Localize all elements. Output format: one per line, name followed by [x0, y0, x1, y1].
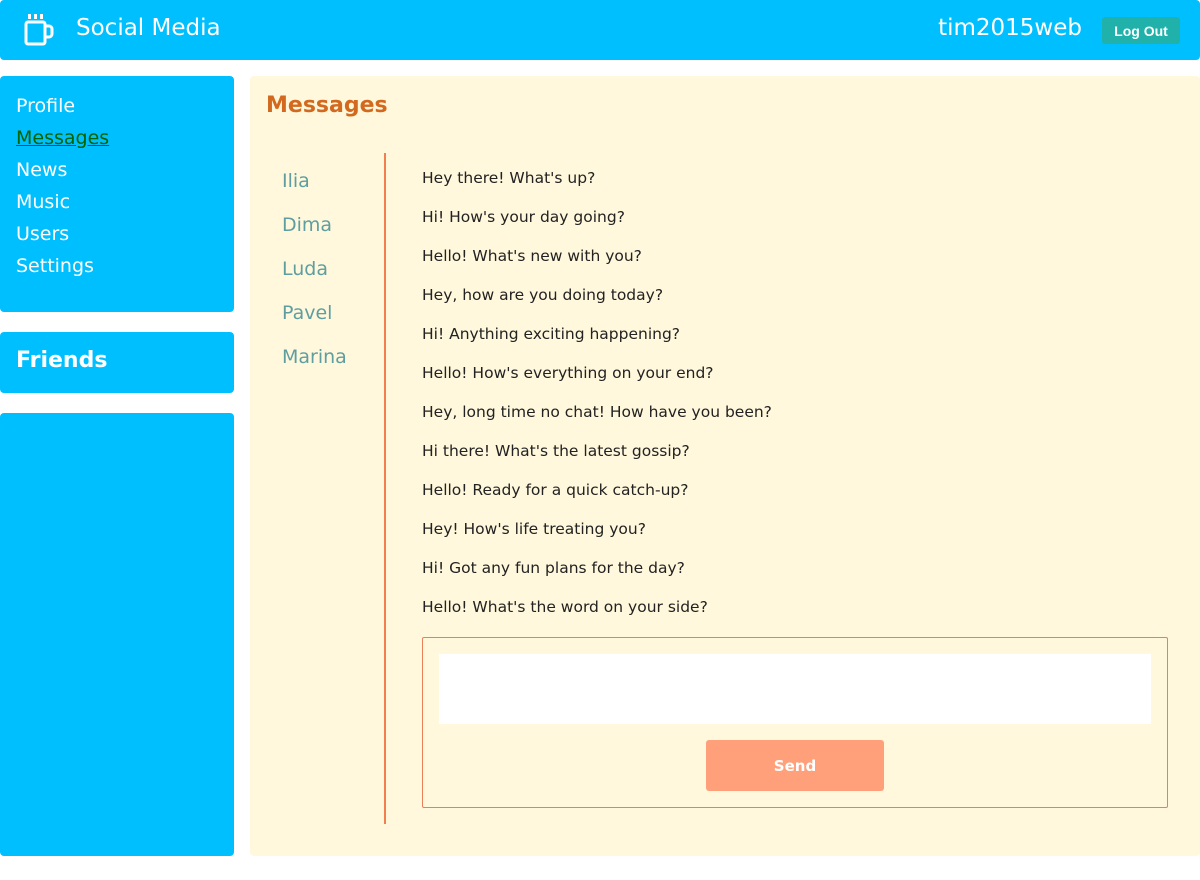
app-header: Social Media tim2015web Log Out [0, 0, 1200, 60]
sidebar-item-music[interactable]: Music [16, 186, 234, 218]
message-item: Hello! How's everything on your end? [422, 364, 714, 382]
sidebar-item-settings[interactable]: Settings [16, 250, 234, 282]
friends-panel: Friends [0, 332, 234, 393]
dialogs-list: Ilia Dima Luda Pavel Marina [282, 160, 382, 380]
message-item: Hey, long time no chat! How have you bee… [422, 403, 772, 421]
username: tim2015web [938, 15, 1082, 41]
messages-list: Hey there! What's up? Hi! How's your day… [422, 167, 1122, 635]
message-item: Hello! What's new with you? [422, 247, 642, 265]
message-item: Hey, how are you doing today? [422, 286, 664, 304]
message-item: Hi! Anything exciting happening? [422, 325, 681, 343]
message-item: Hey there! What's up? [422, 169, 596, 187]
message-input[interactable] [439, 654, 1151, 724]
page-title: Messages [266, 93, 388, 118]
sidebar-nav: Profile Messages News Music Users Settin… [0, 76, 234, 312]
messages-page: Messages Ilia Dima Luda Pavel Marina Hey… [250, 76, 1200, 856]
dialog-item-marina[interactable]: Marina [282, 336, 382, 380]
sidebar-item-profile[interactable]: Profile [16, 90, 234, 122]
send-button[interactable]: Send [706, 740, 884, 791]
sidebar-item-news[interactable]: News [16, 154, 234, 186]
message-item: Hi! Got any fun plans for the day? [422, 559, 685, 577]
dialog-item-pavel[interactable]: Pavel [282, 292, 382, 336]
message-item: Hello! What's the word on your side? [422, 598, 708, 616]
sidebar-bottom-panel [0, 413, 234, 856]
app-title: Social Media [76, 15, 221, 41]
coffee-cup-icon [24, 14, 54, 46]
friends-title: Friends [16, 348, 108, 373]
message-item: Hello! Ready for a quick catch-up? [422, 481, 689, 499]
message-item: Hey! How's life treating you? [422, 520, 646, 538]
message-item: Hi there! What's the latest gossip? [422, 442, 690, 460]
message-composer: Send [422, 637, 1168, 808]
sidebar-item-users[interactable]: Users [16, 218, 234, 250]
logout-button[interactable]: Log Out [1102, 17, 1180, 44]
dialog-item-dima[interactable]: Dima [282, 204, 382, 248]
dialog-item-ilia[interactable]: Ilia [282, 160, 382, 204]
message-item: Hi! How's your day going? [422, 208, 625, 226]
dialog-item-luda[interactable]: Luda [282, 248, 382, 292]
dialogs-divider [384, 153, 386, 824]
sidebar-item-messages[interactable]: Messages [16, 122, 234, 154]
